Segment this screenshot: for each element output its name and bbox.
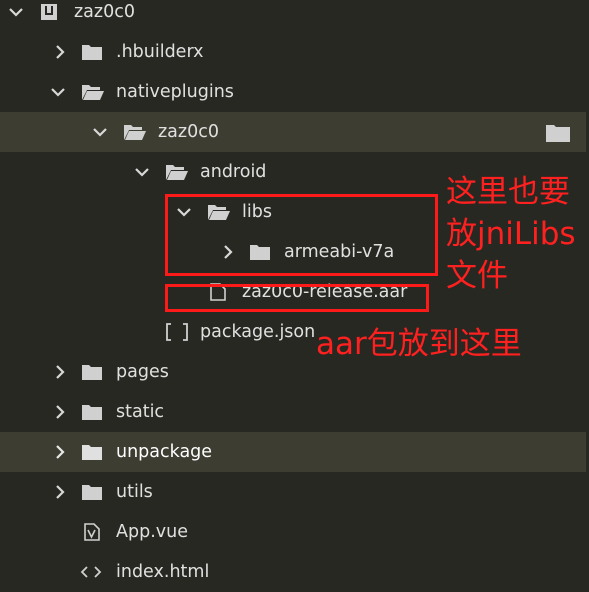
html-icon [80, 564, 102, 584]
folder-icon [82, 364, 102, 384]
tree-row-project-root[interactable]: zaz0c0 [0, 0, 586, 32]
chevron-down-icon[interactable] [8, 4, 24, 20]
folder-open-icon [82, 84, 104, 104]
tree-row-unpackage[interactable]: unpackage [0, 432, 586, 472]
chevron-right-icon[interactable] [52, 444, 68, 460]
project-icon [40, 3, 58, 25]
folder-open-icon [166, 164, 188, 184]
folder-icon [82, 444, 102, 464]
folder-icon [82, 44, 102, 64]
tree-label: utils [116, 482, 153, 502]
tree-label: android [200, 162, 267, 182]
annotation-libs-line1: 这里也要 [446, 174, 570, 210]
tree-label: .hbuilderx [116, 42, 204, 62]
json-icon [166, 323, 188, 345]
chevron-right-icon[interactable] [52, 404, 68, 420]
tree-row-hbuilderx[interactable]: .hbuilderx [0, 32, 586, 72]
tree-row-app-vue[interactable]: App.vue [0, 512, 586, 552]
chevron-right-icon[interactable] [52, 484, 68, 500]
annotation-aar: aar包放到这里 [316, 326, 522, 362]
chevron-down-icon[interactable] [134, 164, 150, 180]
folder-open-icon [124, 124, 146, 144]
annotation-libs-line3: 文件 [446, 258, 508, 294]
folder-icon [82, 404, 102, 424]
tree-label: index.html [116, 562, 210, 582]
tree-row-index-html[interactable]: index.html [0, 552, 586, 592]
annotation-libs-line2: 放jniLibs [446, 216, 576, 252]
annotation-box-libs [165, 194, 438, 276]
folder-icon[interactable] [546, 124, 570, 146]
tree-label: zaz0c0 [158, 122, 219, 142]
folder-icon [82, 484, 102, 504]
tree-row-nativeplugins[interactable]: nativeplugins [0, 72, 586, 112]
tree-label: pages [116, 362, 169, 382]
tree-label: nativeplugins [116, 82, 234, 102]
tree-label: App.vue [116, 522, 188, 542]
chevron-down-icon[interactable] [50, 84, 66, 100]
tree-label: zaz0c0 [74, 2, 135, 22]
vue-icon [84, 523, 100, 545]
chevron-down-icon[interactable] [92, 124, 108, 140]
tree-label: static [116, 402, 165, 422]
tree-label: package.json [200, 322, 316, 342]
tree-row-utils[interactable]: utils [0, 472, 586, 512]
chevron-right-icon[interactable] [52, 364, 68, 380]
chevron-right-icon[interactable] [52, 44, 68, 60]
tree-label: unpackage [116, 442, 213, 462]
tree-row-static[interactable]: static [0, 392, 586, 432]
annotation-box-aar [165, 284, 429, 312]
tree-row-zaz0c0-plugin[interactable]: zaz0c0 [0, 112, 586, 152]
